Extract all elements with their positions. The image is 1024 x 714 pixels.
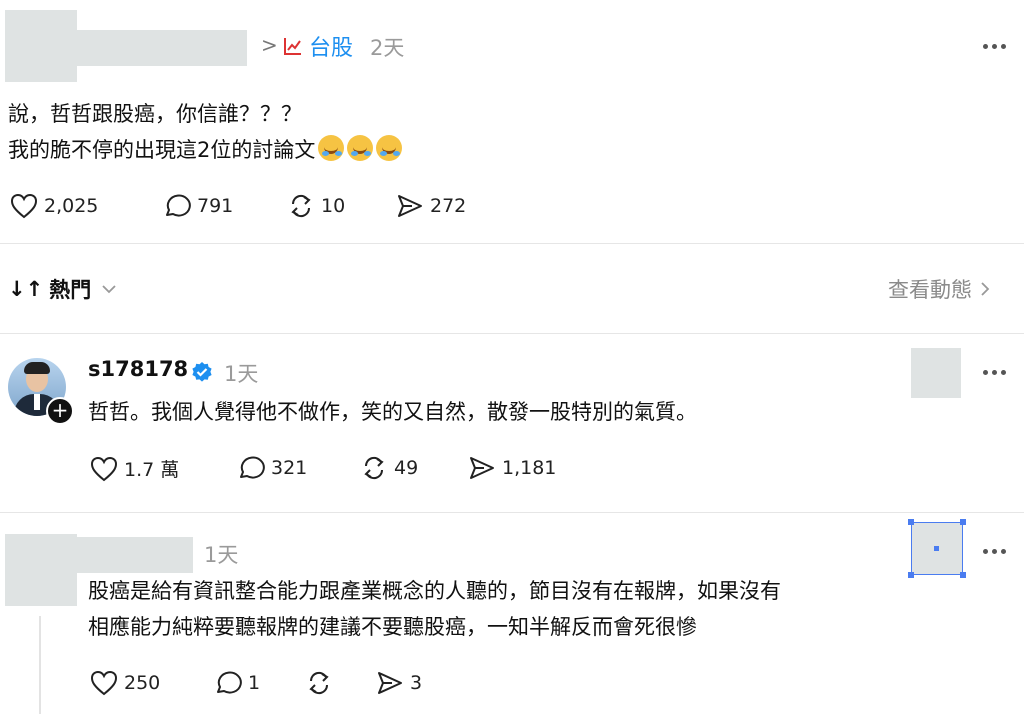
topic-label: 台股: [309, 36, 354, 61]
like-count: 250: [124, 672, 161, 694]
repost-count: 49: [394, 457, 419, 479]
redacted-avatar: [5, 10, 77, 82]
sort-label: 熱門: [49, 278, 92, 302]
comment-more-icon[interactable]: [983, 546, 1015, 556]
divider: [0, 333, 1024, 334]
comment-time: 1天: [224, 362, 259, 386]
laughing-emoji-icon: [347, 135, 374, 161]
reply-count: 1: [248, 672, 261, 694]
share-count: 3: [410, 672, 423, 694]
repost-count: 10: [321, 195, 346, 217]
reply-button[interactable]: 791: [163, 193, 233, 219]
chevron-right-icon: [981, 282, 990, 296]
sort-arrows-icon: ↓↑: [8, 277, 44, 301]
comment-line-1: 股癌是給有資訊整合能力跟產業概念的人聽的，節目沒有在報牌，如果沒有: [88, 579, 781, 603]
reply-button[interactable]: 321: [237, 455, 307, 481]
redacted-username: [77, 30, 247, 66]
laughing-emoji-icon: [318, 135, 345, 161]
comment-icon: [166, 194, 191, 217]
selected-image-placeholder[interactable]: [908, 519, 966, 578]
share-button[interactable]: 272: [396, 193, 466, 219]
sort-dropdown[interactable]: ↓↑ 熱門: [8, 274, 117, 304]
chevron-down-icon: [102, 285, 116, 294]
thread-line: [39, 616, 41, 714]
like-count: 2,025: [44, 195, 99, 217]
stock-chart-icon: [284, 38, 301, 55]
comment-username[interactable]: s178178: [88, 357, 188, 381]
like-button[interactable]: 2,025: [10, 193, 98, 219]
repost-button[interactable]: [305, 670, 339, 696]
heart-icon: [90, 670, 118, 696]
send-icon: [378, 672, 402, 694]
verified-badge-icon: [192, 362, 212, 382]
share-count: 1,181: [502, 457, 557, 479]
heart-icon: [90, 456, 118, 481]
view-activity-label: 查看動態: [888, 278, 972, 302]
post-line-1: 說，哲哲跟股癌，你信誰？？？: [8, 102, 302, 126]
reply-count: 321: [271, 457, 308, 479]
post-line-2: 我的脆不停的出現這2位的討論文: [8, 132, 403, 168]
redacted-image: [911, 348, 961, 398]
repost-button[interactable]: 10: [287, 193, 345, 219]
send-icon: [398, 195, 422, 217]
repost-icon: [364, 456, 384, 480]
heart-icon: [10, 193, 38, 219]
comment-line-2: 相應能力純粹要聽報牌的建議不要聽股癌，一知半解反而會死很慘: [88, 615, 697, 639]
laughing-emoji-icon: [376, 135, 403, 161]
reply-count: 791: [197, 195, 234, 217]
follow-plus-icon[interactable]: +: [46, 397, 74, 425]
redacted-avatar: [5, 534, 77, 606]
divider: [0, 512, 1024, 513]
comment-more-icon[interactable]: [983, 367, 1015, 377]
divider: [0, 243, 1024, 244]
comment-icon: [240, 456, 265, 479]
comment-text: 哲哲。我個人覺得他不做作，笑的又自然，散發一股特別的氣質。: [88, 400, 697, 424]
repost-button[interactable]: 49: [360, 455, 418, 481]
like-button[interactable]: 250: [90, 670, 160, 696]
repost-icon: [309, 671, 329, 695]
share-count: 272: [430, 195, 467, 217]
repost-icon: [291, 194, 311, 218]
like-button[interactable]: 1.7 萬: [90, 455, 179, 482]
comment-time: 1天: [204, 543, 239, 567]
redacted-username: [77, 537, 193, 573]
send-icon: [470, 457, 494, 479]
post-line-2-text: 我的脆不停的出現這2位的討論文: [8, 138, 316, 162]
like-count: 1.7 萬: [124, 459, 180, 481]
share-button[interactable]: 3: [376, 670, 422, 696]
reply-button[interactable]: 1: [214, 670, 260, 696]
topic-link[interactable]: 台股: [283, 30, 353, 62]
comment-icon: [217, 671, 242, 694]
view-activity-link[interactable]: 查看動態: [888, 274, 990, 304]
post-time: 2天: [370, 36, 405, 60]
post-more-icon[interactable]: [983, 41, 1015, 51]
breadcrumb-separator: >: [261, 33, 278, 57]
share-button[interactable]: 1,181: [468, 455, 556, 481]
